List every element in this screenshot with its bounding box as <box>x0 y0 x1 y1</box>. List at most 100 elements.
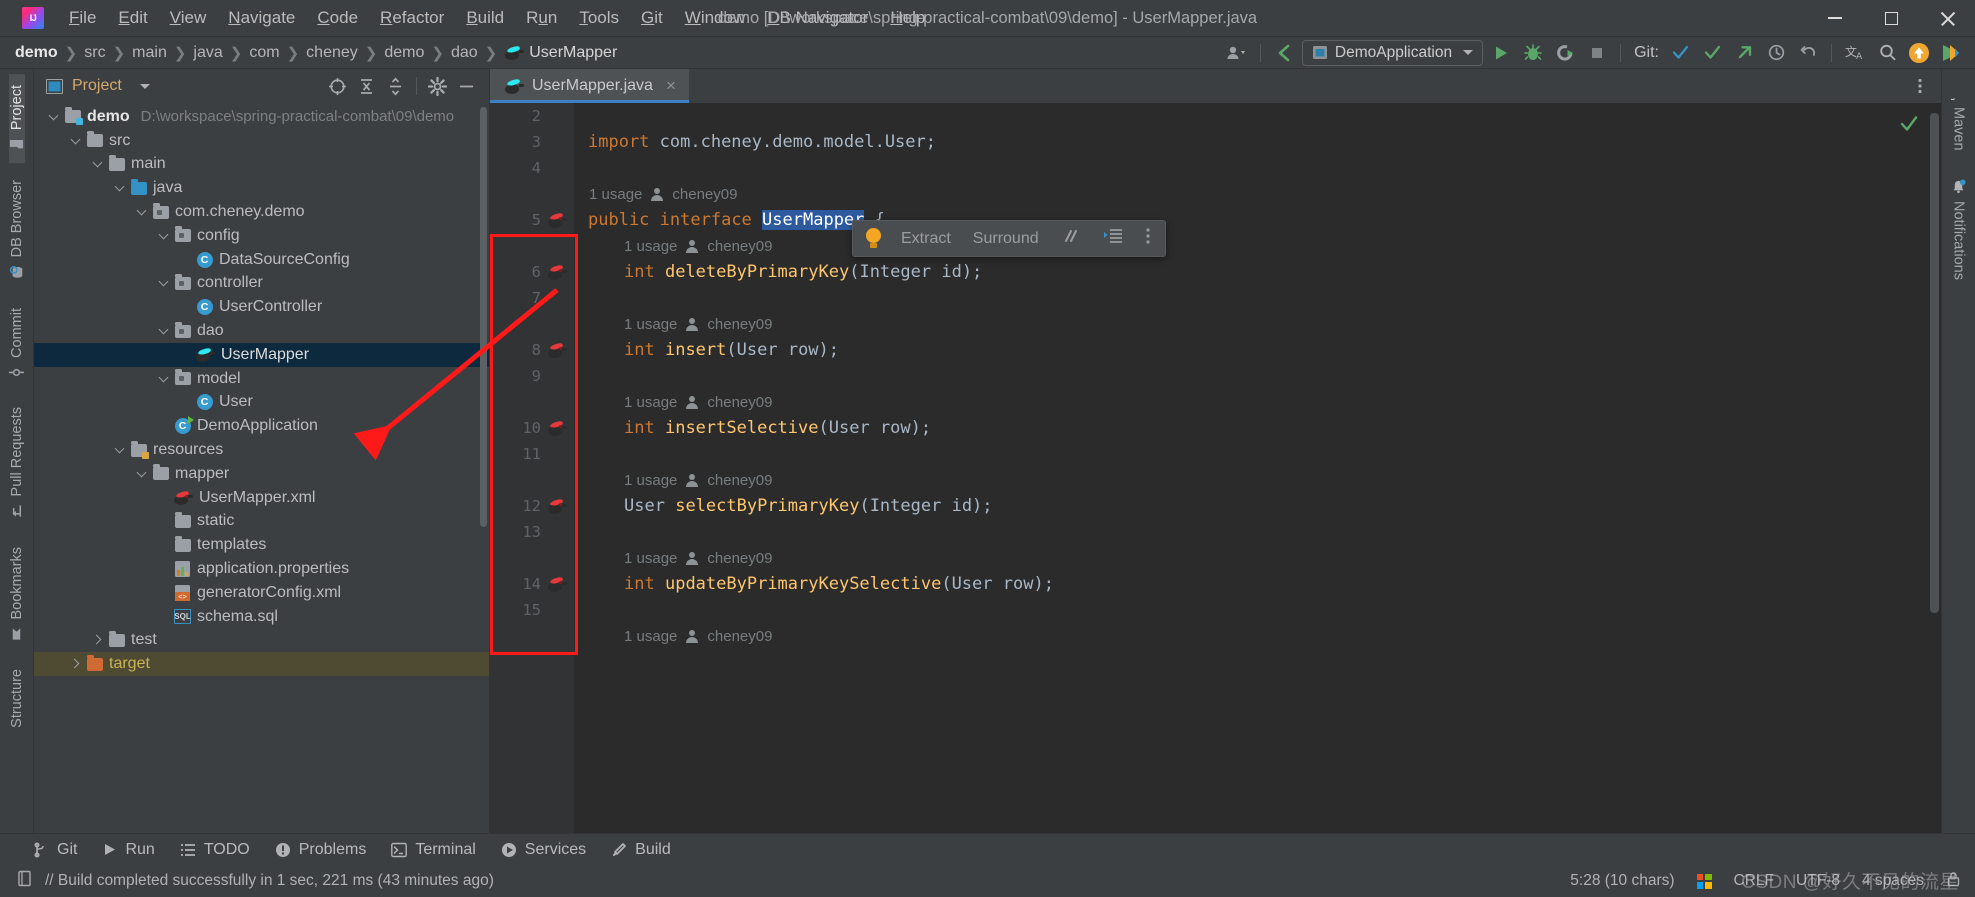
usage-count[interactable]: 1 usage <box>624 472 677 489</box>
sidebar-item-pull-requests[interactable]: Pull Requests <box>9 396 25 529</box>
minimize-button[interactable] <box>1807 0 1863 37</box>
sidebar-item-structure[interactable]: Structure <box>9 658 25 739</box>
bottom-tab-terminal[interactable]: Terminal <box>380 838 486 862</box>
more-icon[interactable] <box>1134 225 1162 252</box>
read-only-lock-icon[interactable] <box>1946 871 1961 892</box>
menu-view[interactable]: View <box>159 4 218 32</box>
usage-count[interactable]: 1 usage <box>624 316 677 333</box>
menu-help[interactable]: Help <box>879 4 936 32</box>
tree-row-datasourceconfig[interactable]: C DataSourceConfig <box>34 248 489 272</box>
tab-usermapper-java[interactable]: UserMapper.java × <box>490 69 689 103</box>
breadcrumb-main[interactable]: main <box>129 43 170 63</box>
sidebar-item-db-browser[interactable]: DB Browser <box>9 169 25 290</box>
user-settings-icon[interactable] <box>1223 40 1251 66</box>
breadcrumb-src[interactable]: src <box>81 43 108 63</box>
tree-row-resources[interactable]: resources <box>34 438 489 462</box>
comment-icon[interactable] <box>1050 226 1092 251</box>
menu-run[interactable]: Run <box>515 4 568 32</box>
sidebar-item-commit[interactable]: Commit <box>9 297 25 391</box>
update-icon[interactable] <box>1905 40 1933 66</box>
run-with-coverage-button[interactable] <box>1551 40 1579 66</box>
menu-refactor[interactable]: Refactor <box>369 4 455 32</box>
bottom-tab-git[interactable]: Git <box>22 838 88 862</box>
caret-position[interactable]: 5:28 (10 chars) <box>1570 872 1674 890</box>
debug-button[interactable] <box>1519 40 1547 66</box>
menu-git[interactable]: Git <box>630 4 674 32</box>
tree-row-usermapper[interactable]: UserMapper <box>34 342 489 367</box>
chevron-down-icon[interactable] <box>156 323 172 339</box>
chevron-down-icon[interactable] <box>156 228 172 244</box>
sidebar-item-maven[interactable]: m Maven <box>1951 74 1967 162</box>
tree-row-demoapplication[interactable]: C DemoApplication <box>34 414 489 438</box>
bottom-tab-build[interactable]: Build <box>600 838 682 862</box>
tree-row-generatorconfig-xml[interactable]: generatorConfig.xml <box>34 581 489 605</box>
history-icon[interactable] <box>1762 40 1790 66</box>
code-hint-usages[interactable]: 1 usage cheney09 <box>588 623 1927 649</box>
tree-row-usercontroller[interactable]: C UserController <box>34 295 489 319</box>
menu-file[interactable]: File <box>58 4 107 32</box>
mybatis-gutter-icon[interactable] <box>547 576 567 593</box>
run-button[interactable] <box>1487 40 1515 66</box>
tree-row-target[interactable]: target <box>34 652 489 677</box>
collapse-all-icon[interactable] <box>382 73 409 99</box>
sidebar-item-notifications[interactable]: Notifications <box>1951 168 1967 291</box>
chevron-down-icon[interactable] <box>156 275 172 291</box>
bottom-tab-problems[interactable]: Problems <box>264 838 378 862</box>
status-message[interactable]: // Build completed successfully in 1 sec… <box>45 872 494 890</box>
hide-panel-icon[interactable] <box>453 73 480 99</box>
tree-row-test[interactable]: test <box>34 629 489 653</box>
indent-setting[interactable]: 4 spaces <box>1862 872 1924 890</box>
breadcrumb-dao[interactable]: dao <box>448 43 481 63</box>
rollback-icon[interactable] <box>1794 40 1822 66</box>
extract-button[interactable]: Extract <box>890 228 962 250</box>
chevron-down-icon[interactable] <box>68 133 84 149</box>
usage-count[interactable]: 1 usage <box>624 550 677 567</box>
bottom-tab-todo[interactable]: TODO <box>169 838 261 862</box>
tree-row-config[interactable]: config <box>34 224 489 248</box>
translate-icon[interactable]: 文A <box>1841 40 1869 66</box>
close-button[interactable] <box>1919 0 1975 37</box>
surround-button[interactable]: Surround <box>962 228 1050 250</box>
project-tree[interactable]: demo D:\workspace\spring-practical-comba… <box>34 103 489 833</box>
more-icon[interactable] <box>1906 73 1933 99</box>
push-icon[interactable] <box>1730 40 1758 66</box>
tree-row-schema-sql[interactable]: SQL schema.sql <box>34 605 489 629</box>
tree-row-controller[interactable]: controller <box>34 272 489 296</box>
tree-row-java[interactable]: java <box>34 176 489 200</box>
settings-gear-icon[interactable] <box>424 73 451 99</box>
indent-icon[interactable] <box>1092 226 1134 251</box>
chevron-down-icon[interactable] <box>112 180 128 196</box>
breadcrumb-demo[interactable]: demo <box>12 43 61 63</box>
tree-row-static[interactable]: static <box>34 510 489 534</box>
sidebar-item-project[interactable]: Project <box>8 74 25 164</box>
tree-row-application-properties[interactable]: application.properties <box>34 557 489 581</box>
maximize-button[interactable] <box>1863 0 1919 37</box>
breadcrumb-demo2[interactable]: demo <box>381 43 427 63</box>
code-editor[interactable]: 2 3 4 5 6 7 8 9 10 11 12 13 14 15 import… <box>490 103 1941 833</box>
breadcrumb-java[interactable]: java <box>190 43 225 63</box>
bottom-tab-services[interactable]: Services <box>490 838 597 862</box>
mybatis-gutter-icon[interactable] <box>547 498 567 515</box>
chevron-down-icon[interactable] <box>46 109 62 125</box>
stop-button[interactable] <box>1583 40 1611 66</box>
intention-action-bar[interactable]: Extract Surround <box>852 220 1166 257</box>
editor-scrollbar[interactable] <box>1927 103 1941 833</box>
tree-row-mapper[interactable]: mapper <box>34 462 489 486</box>
chevron-down-icon[interactable] <box>156 371 172 387</box>
usage-count[interactable]: 1 usage <box>624 394 677 411</box>
chevron-down-icon[interactable] <box>90 156 106 172</box>
menu-edit[interactable]: Edit <box>107 4 158 32</box>
tree-row-main[interactable]: main <box>34 153 489 177</box>
tree-row-templates[interactable]: templates <box>34 533 489 557</box>
back-icon[interactable] <box>1270 40 1298 66</box>
usage-count[interactable]: 1 usage <box>589 186 642 203</box>
usage-count[interactable]: 1 usage <box>624 238 677 255</box>
commit-icon[interactable] <box>1698 40 1726 66</box>
editor-gutter[interactable]: 2 3 4 5 6 7 8 9 10 11 12 13 14 15 <box>490 103 578 833</box>
tree-row-src[interactable]: src <box>34 129 489 153</box>
chevron-right-icon[interactable] <box>68 656 84 672</box>
event-log-icon[interactable] <box>16 870 33 892</box>
close-icon[interactable]: × <box>666 76 676 96</box>
code-hint-usages[interactable]: 1 usage cheney09 <box>588 233 1927 259</box>
search-everywhere-icon[interactable] <box>1873 40 1901 66</box>
